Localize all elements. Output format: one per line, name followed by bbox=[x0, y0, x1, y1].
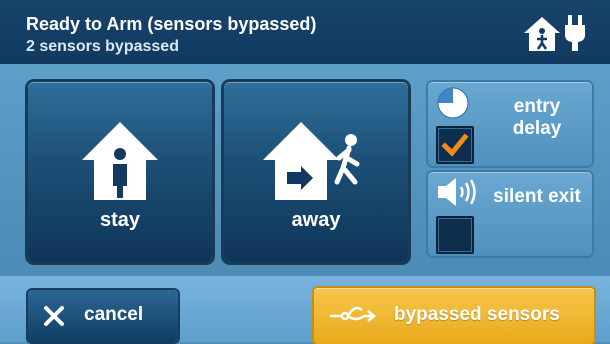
status-title: Ready to Arm (sensors bypassed) bbox=[26, 14, 317, 34]
stay-label: stay bbox=[99, 209, 141, 231]
close-x-icon bbox=[44, 306, 64, 326]
power-plug-icon bbox=[565, 15, 585, 51]
house-exit-walking-person-icon bbox=[263, 122, 360, 200]
speaker-icon bbox=[438, 178, 476, 206]
arm-panel: stay away entry delay silent exit bbox=[0, 64, 610, 276]
clock-pie-icon bbox=[437, 87, 469, 119]
entry-delay-label: entry delay bbox=[512, 96, 562, 139]
silent-exit-option[interactable]: silent exit bbox=[428, 172, 592, 256]
home-person-icon bbox=[524, 17, 560, 51]
silent-exit-label: silent exit bbox=[493, 186, 581, 207]
status-subtitle: 2 sensors bypassed bbox=[26, 38, 179, 55]
silent-exit-checkbox[interactable] bbox=[436, 216, 474, 254]
stay-button[interactable]: stay bbox=[28, 82, 212, 262]
cancel-label: cancel bbox=[84, 304, 144, 325]
bypassed-sensors-button[interactable]: bypassed sensors bbox=[314, 288, 594, 344]
house-person-icon bbox=[82, 122, 158, 200]
status-header: Ready to Arm (sensors bypassed) 2 sensor… bbox=[0, 0, 610, 64]
cancel-button[interactable]: cancel bbox=[28, 290, 178, 342]
entry-delay-option[interactable]: entry delay bbox=[428, 82, 592, 166]
away-label: away bbox=[291, 209, 341, 231]
bypass-arrow-icon bbox=[330, 306, 376, 322]
entry-delay-checkbox[interactable] bbox=[436, 126, 474, 164]
bypassed-sensors-label: bypassed sensors bbox=[394, 304, 560, 325]
checkmark-icon bbox=[441, 133, 469, 157]
home-power-status-icon bbox=[524, 15, 585, 51]
action-bar: cancel bypassed sensors bbox=[0, 276, 610, 344]
away-button[interactable]: away bbox=[224, 82, 408, 262]
